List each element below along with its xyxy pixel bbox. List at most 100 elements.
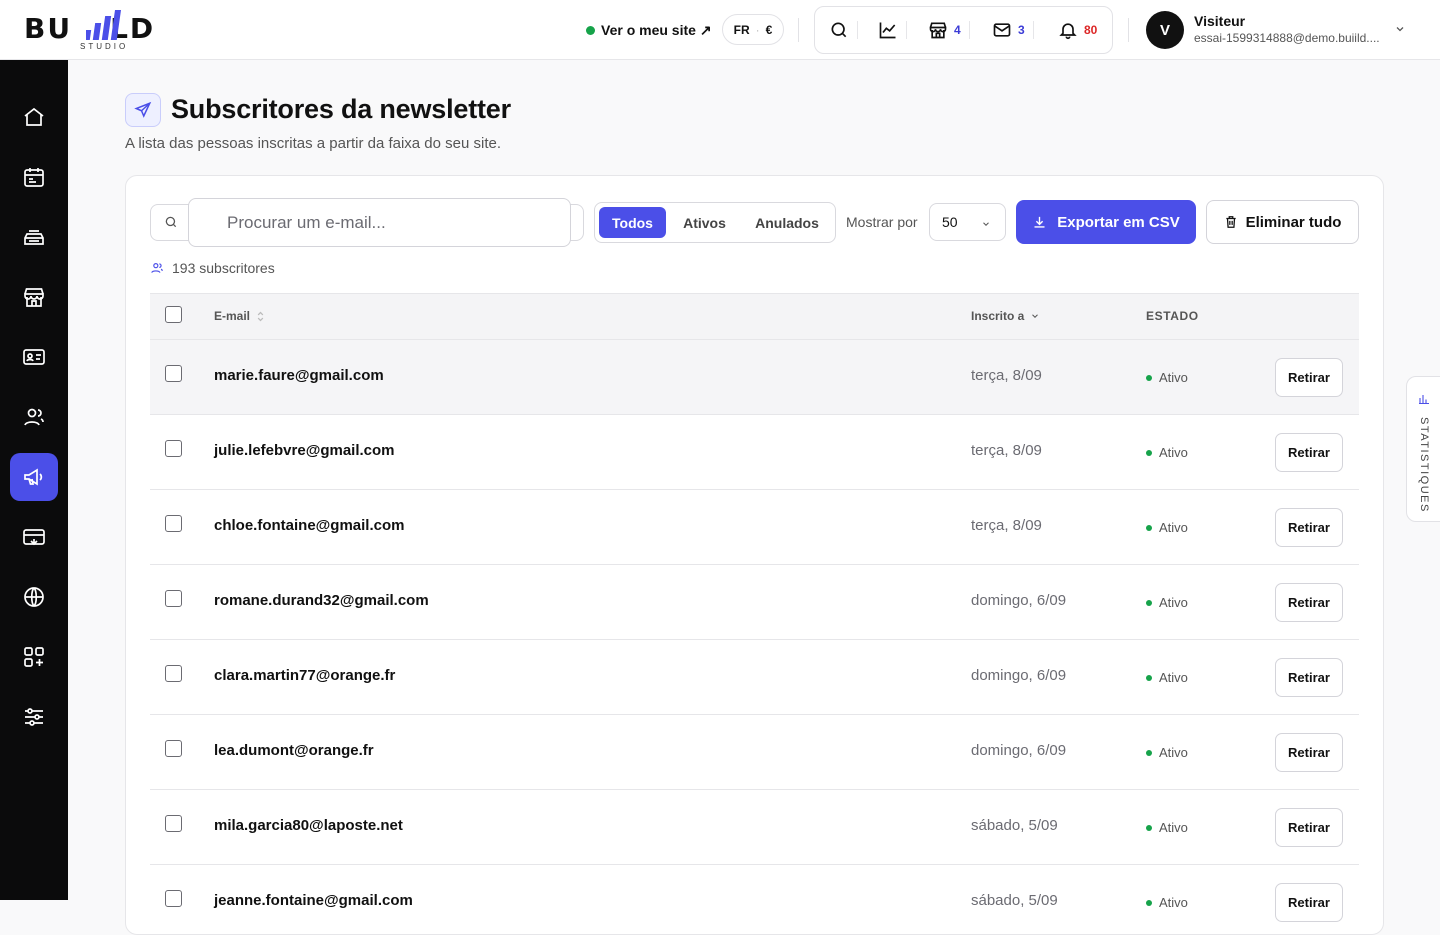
row-checkbox[interactable] [165,815,182,832]
status-label: Ativo [1159,370,1188,385]
row-checkbox[interactable] [165,365,182,382]
row-date: terça, 8/09 [971,367,1042,384]
table-row: mila.garcia80@laposte.net sábado, 5/09 A… [150,790,1359,865]
status-label: Ativo [1159,520,1188,535]
select-all-checkbox[interactable] [165,306,182,323]
contact-card-icon [23,349,45,365]
sidebar-item-customers[interactable] [10,393,58,441]
row-email: marie.faure@gmail.com [214,367,384,384]
column-date-label: Inscrito a [971,309,1025,323]
sidebar-item-bookings[interactable] [10,213,58,261]
remove-button[interactable]: Retirar [1275,808,1343,847]
chevron-down-icon [1396,27,1404,32]
sidebar-item-payments[interactable] [10,513,58,561]
sidebar-item-settings[interactable] [10,693,58,741]
table-header: E-mail Inscrito a ESTADO [150,293,1359,340]
bell-icon [1059,23,1077,40]
page-size-select[interactable]: 50 [929,203,1006,241]
status-label: Ativo [1159,895,1188,910]
language-currency-selector[interactable]: FR · € [722,14,784,45]
row-email: julie.lefebvre@gmail.com [214,442,395,459]
row-checkbox[interactable] [165,665,182,682]
messages-button[interactable]: 3 [992,7,1034,53]
store-icon [24,288,44,307]
user-menu[interactable]: V Visiteur essai-1599314888@demo.buiild.… [1146,11,1416,49]
page-subtitle: A lista das pessoas inscritas a partir d… [125,135,502,152]
status-label: Ativo [1159,745,1188,760]
status-dot [1146,674,1152,681]
subscriber-count: 193 subscritores [150,260,275,276]
view-site-link[interactable]: Ver o meu site ↗ [586,20,712,40]
notifications-button[interactable]: 80 [1058,7,1097,53]
column-email[interactable]: E-mail [214,309,265,323]
mail-icon [993,23,1011,37]
delete-all-button[interactable]: Eliminar tudo [1206,200,1359,244]
row-email: romane.durand32@gmail.com [214,592,429,609]
sidebar [0,60,68,900]
row-checkbox[interactable] [165,590,182,607]
currency-label: € [765,22,773,37]
orders-button[interactable]: 4 [928,7,970,53]
export-csv-button[interactable]: Exportar em CSV [1016,200,1196,244]
users-icon [24,408,44,426]
status-badge: Ativo [1146,670,1188,685]
remove-button[interactable]: Retirar [1275,358,1343,397]
status-label: Ativo [1159,820,1188,835]
sidebar-item-calendar[interactable] [10,153,58,201]
sidebar-item-shop[interactable] [10,273,58,321]
brand-logo[interactable]: BU LD STUDIO [24,8,184,52]
analytics-button[interactable] [878,7,907,53]
row-checkbox[interactable] [165,515,182,532]
remove-button[interactable]: Retirar [1275,733,1343,772]
search-input[interactable] [188,198,571,247]
notifications-count: 80 [1084,23,1098,37]
status-badge: Ativo [1146,895,1188,910]
tray-icon [24,230,44,245]
status-dot [1146,374,1152,381]
row-date: domingo, 6/09 [971,667,1067,684]
payment-card-icon [23,529,45,546]
avatar: V [1146,11,1184,49]
status-dot [1146,899,1152,906]
remove-button[interactable]: Retirar [1275,508,1343,547]
sidebar-item-home[interactable] [10,93,58,141]
search-button[interactable] [829,7,858,53]
filter-all[interactable]: Todos [599,207,666,238]
statistics-tab[interactable]: STATISTIQUES [1406,376,1440,522]
page-title-icon [125,93,161,127]
status-badge: Ativo [1146,745,1188,760]
separator-dot: · [755,22,760,37]
statistics-label: STATISTIQUES [1418,417,1430,513]
store-icon [929,22,947,39]
filter-active[interactable]: Ativos [671,207,738,238]
row-date: terça, 8/09 [971,517,1042,534]
remove-button[interactable]: Retirar [1275,433,1343,472]
remove-button[interactable]: Retirar [1275,583,1343,622]
remove-button[interactable]: Retirar [1275,658,1343,697]
status-badge: Ativo [1146,520,1188,535]
page-title: Subscritores da newsletter [171,94,511,124]
filter-cancelled[interactable]: Anulados [743,207,831,238]
download-icon [1034,216,1045,228]
row-email: clara.martin77@orange.fr [214,667,396,684]
sidebar-item-apps[interactable] [10,633,58,681]
row-date: sábado, 5/09 [971,892,1058,909]
row-email: lea.dumont@orange.fr [214,742,374,759]
row-email: chloe.fontaine@gmail.com [214,517,405,534]
remove-button[interactable]: Retirar [1275,883,1343,922]
status-dot [1146,449,1152,456]
page-size-label: Mostrar por [846,214,918,230]
megaphone-icon [24,468,43,486]
table-row: marie.faure@gmail.com terça, 8/09 Ativo … [150,340,1359,415]
sidebar-item-marketing[interactable] [10,453,58,501]
status-dot [1146,824,1152,831]
row-checkbox[interactable] [165,740,182,757]
column-date[interactable]: Inscrito a [971,309,1040,323]
subscriber-count-text: 193 subscritores [172,260,275,276]
sidebar-item-contacts[interactable] [10,333,58,381]
row-email: jeanne.fontaine@gmail.com [214,892,413,909]
status-filter: Todos Ativos Anulados [594,202,836,243]
row-checkbox[interactable] [165,440,182,457]
sidebar-item-website[interactable] [10,573,58,621]
row-checkbox[interactable] [165,890,182,907]
